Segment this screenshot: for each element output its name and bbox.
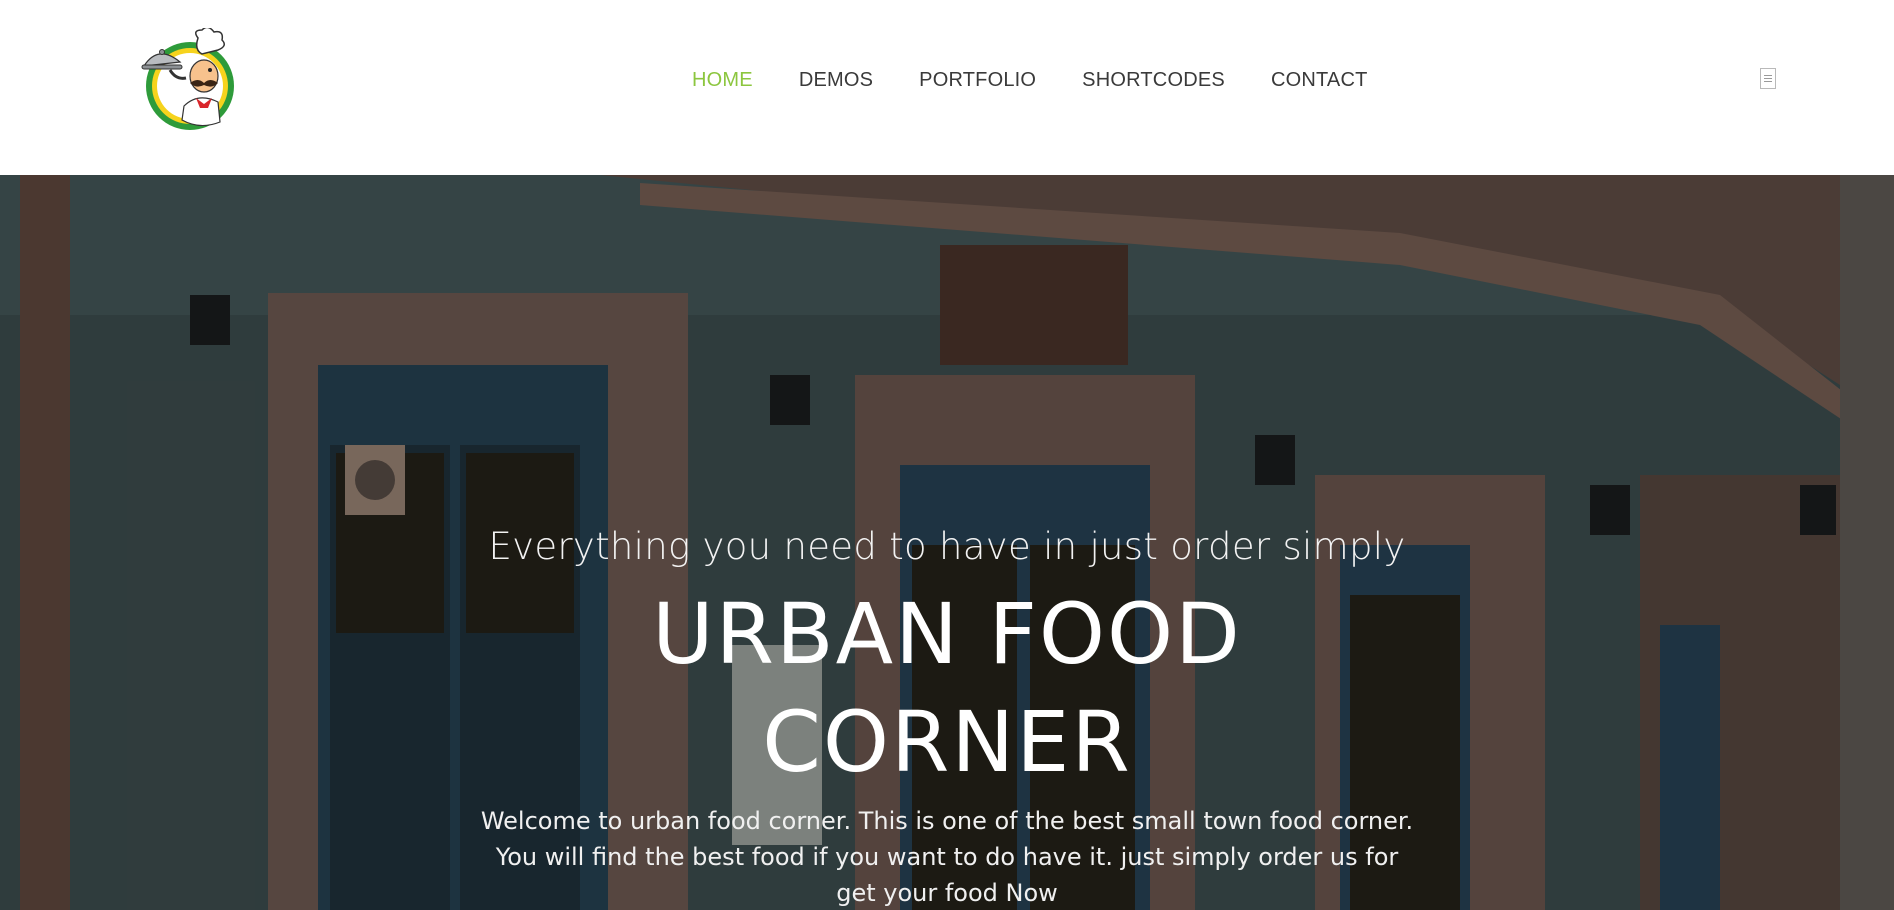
nav-demos[interactable]: DEMOS	[799, 69, 873, 92]
nav-contact[interactable]: CONTACT	[1271, 69, 1368, 92]
nav-shortcodes[interactable]: SHORTCODES	[1082, 69, 1225, 92]
hero-title-line: CORNER	[762, 693, 1132, 791]
menu-icon-line	[1764, 81, 1772, 82]
chef-logo-icon	[141, 28, 234, 130]
chef-logo[interactable]	[140, 28, 244, 134]
nav-portfolio[interactable]: PORTFOLIO	[919, 69, 1036, 92]
hero-title-line: URBAN FOOD	[652, 585, 1242, 683]
main-nav: HOME DEMOS PORTFOLIO SHORTCODES CONTACT	[692, 66, 1368, 94]
hero-title: URBAN FOOD CORNER	[597, 580, 1297, 796]
menu-icon-line	[1764, 75, 1772, 76]
hero-description: Welcome to urban food corner. This is on…	[480, 807, 1414, 907]
hero-subtitle: Everything you need to have in just orde…	[488, 525, 1406, 568]
menu-icon-line	[1764, 78, 1772, 79]
hero-section: Everything you need to have in just orde…	[0, 175, 1894, 910]
site-header: HOME DEMOS PORTFOLIO SHORTCODES CONTACT	[0, 0, 1894, 175]
menu-icon[interactable]	[1760, 68, 1776, 89]
hero-content: Everything you need to have in just orde…	[0, 175, 1894, 910]
nav-home[interactable]: HOME	[692, 69, 753, 92]
